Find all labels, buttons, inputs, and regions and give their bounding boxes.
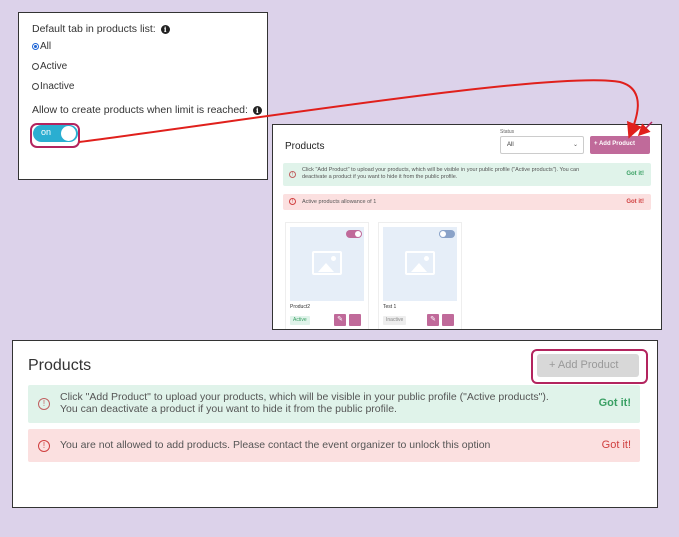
- allow-create-toggle[interactable]: on: [33, 125, 78, 142]
- product-image-placeholder: [290, 227, 364, 301]
- delete-button[interactable]: [349, 314, 361, 326]
- radio-active[interactable]: Active: [32, 61, 67, 72]
- info-circle-icon: !: [38, 398, 50, 410]
- edit-button[interactable]: ✎: [427, 314, 439, 326]
- pencil-icon: ✎: [430, 316, 436, 323]
- got-it-link[interactable]: Got it!: [599, 397, 631, 409]
- radio-button[interactable]: [32, 83, 39, 90]
- info-alert: ! Click "Add Product" to upload your pro…: [283, 163, 651, 186]
- radio-button[interactable]: [32, 63, 39, 70]
- default-tab-label: Default tab in products list: i: [32, 23, 170, 35]
- product-card[interactable]: Test 1 Inactive ✎: [378, 222, 462, 329]
- product-toggle[interactable]: [439, 230, 455, 238]
- allowance-alert: ! Active products allowance of 1 Got it!: [283, 194, 651, 210]
- products-panel: Products + Add Product ! Click "Add Prod…: [12, 340, 658, 508]
- error-alert: ! You are not allowed to add products. P…: [28, 429, 640, 462]
- status-label: Status: [500, 129, 515, 135]
- page-title: Products: [285, 141, 325, 152]
- settings-panel: Default tab in products list: i All Acti…: [18, 12, 268, 180]
- product-image-placeholder: [383, 227, 457, 301]
- radio-inactive[interactable]: Inactive: [32, 81, 74, 92]
- products-preview-panel: Products Status All ⌄ + Add Product ! Cl…: [272, 124, 662, 330]
- product-toggle[interactable]: [346, 230, 362, 238]
- alert-circle-icon: !: [289, 198, 296, 205]
- got-it-link[interactable]: Got it!: [626, 171, 644, 177]
- toggle-knob: [61, 126, 76, 141]
- chevron-down-icon: ⌄: [572, 142, 578, 148]
- delete-button[interactable]: [442, 314, 454, 326]
- product-name: Test 1: [383, 304, 397, 310]
- got-it-link[interactable]: Got it!: [602, 439, 631, 451]
- image-icon: [405, 251, 435, 275]
- got-it-link[interactable]: Got it!: [626, 199, 644, 205]
- allow-create-label: Allow to create products when limit is r…: [32, 104, 262, 116]
- info-icon: i: [252, 106, 262, 115]
- pencil-icon: ✎: [337, 316, 343, 323]
- info-circle-icon: !: [289, 171, 296, 178]
- radio-button[interactable]: [32, 43, 39, 50]
- status-select[interactable]: All ⌄: [500, 136, 584, 154]
- info-icon: i: [160, 25, 170, 34]
- product-name: Product2: [290, 304, 311, 310]
- info-alert: ! Click "Add Product" to upload your pro…: [28, 385, 640, 423]
- status-badge: Active: [290, 316, 310, 325]
- status-badge: Inactive: [383, 316, 407, 325]
- add-product-button-disabled[interactable]: + Add Product: [537, 354, 639, 377]
- product-card[interactable]: Product2 Active ✎: [285, 222, 369, 329]
- add-product-button[interactable]: + Add Product: [590, 136, 650, 154]
- image-icon: [312, 251, 342, 275]
- page-title: Products: [28, 357, 92, 374]
- alert-circle-icon: !: [38, 440, 50, 452]
- radio-all[interactable]: All: [32, 41, 51, 52]
- edit-button[interactable]: ✎: [334, 314, 346, 326]
